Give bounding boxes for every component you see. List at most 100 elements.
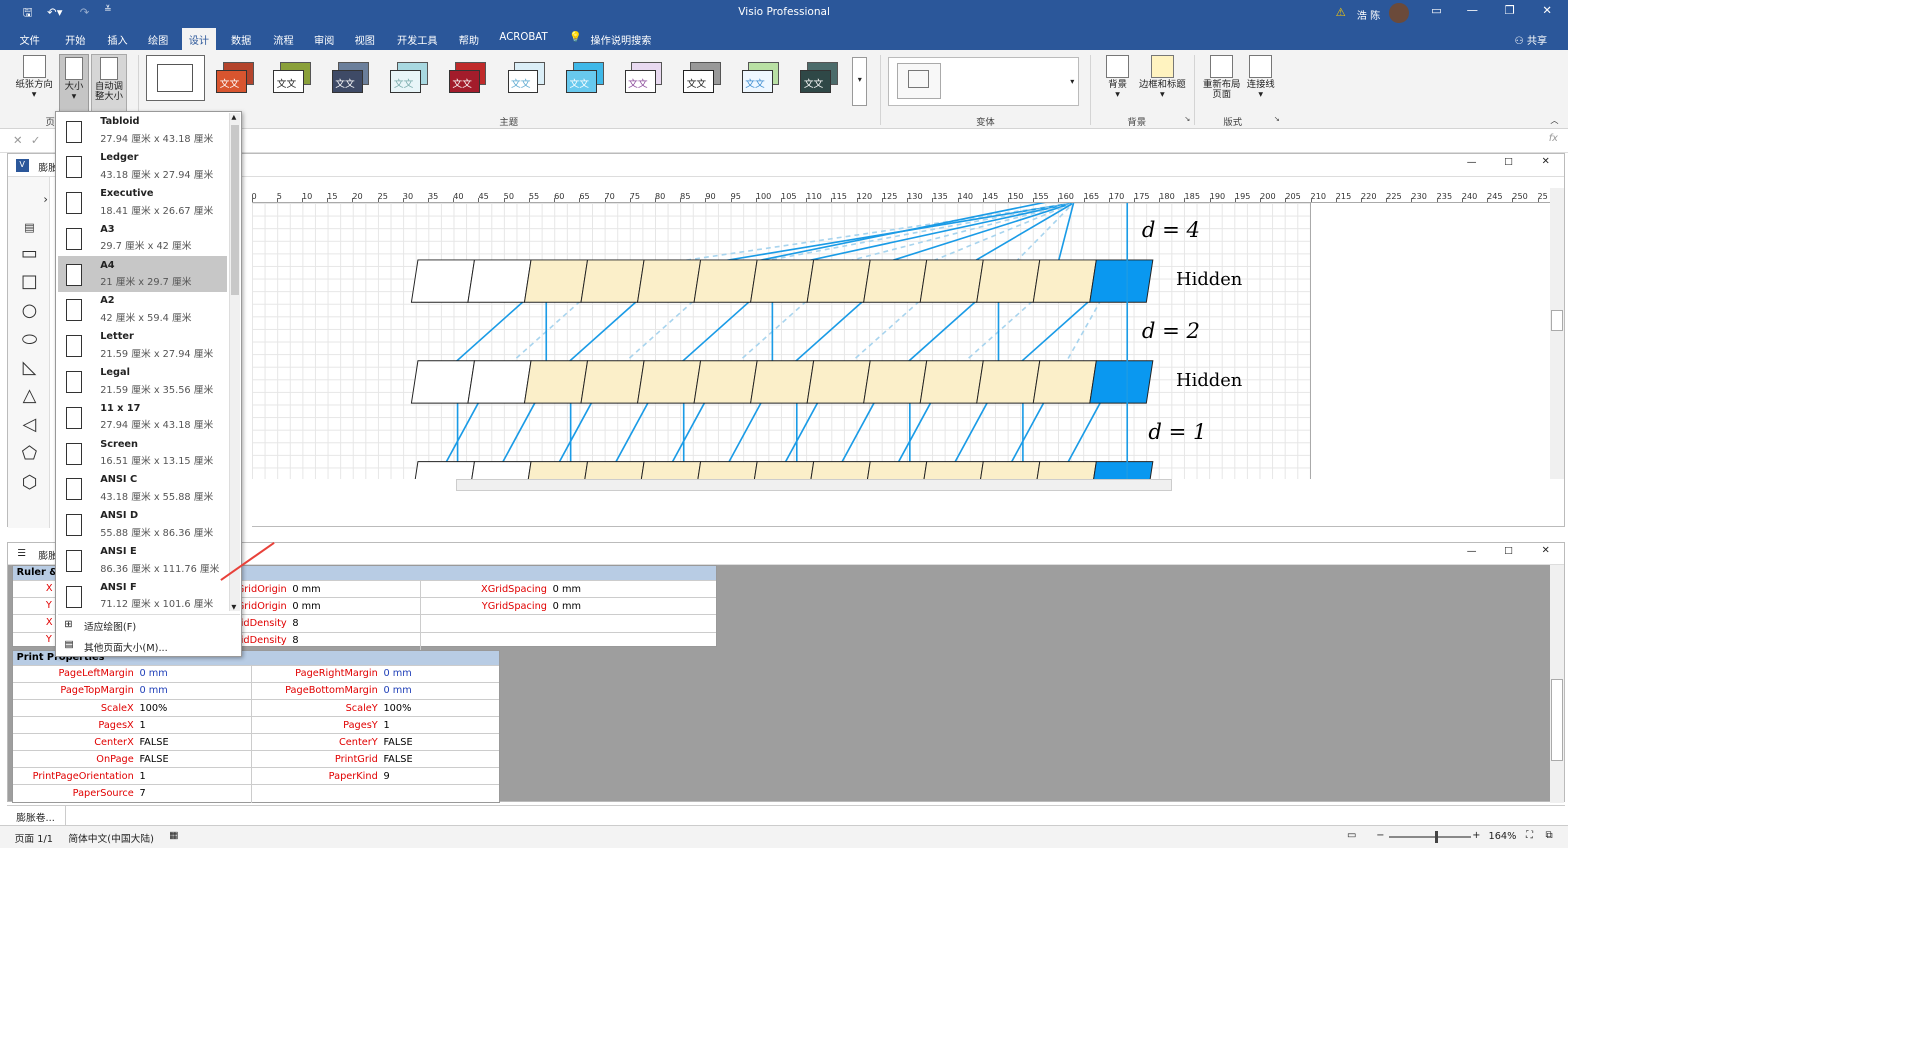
sequence-cell[interactable] [806,259,871,303]
page-size-item[interactable]: Legal 21.59 厘米 x 35.56 厘米 [58,364,227,400]
cell-value[interactable]: 0 mm [550,584,677,595]
theme-none[interactable] [146,55,205,101]
sequence-cell[interactable] [920,460,984,480]
sequence-cell[interactable] [411,460,475,480]
autofit-button[interactable]: 自动调整大小 [91,53,127,113]
cell-value[interactable]: 100% [381,703,500,714]
scroll-up-icon[interactable]: ▲ [231,113,236,121]
page-size-item[interactable]: ANSI F 71.12 厘米 x 101.6 厘米 [58,579,227,615]
user-name[interactable]: 浩 陈 [1357,7,1381,22]
tab-help[interactable]: 帮助 [459,32,479,47]
sequence-cell[interactable] [523,360,588,404]
drawing-restore-icon[interactable]: ☐ [1504,157,1513,168]
cell-value[interactable]: 1 [137,720,251,731]
variants-more-icon[interactable]: ▾ [1070,76,1074,86]
sequence-cell[interactable] [466,259,532,303]
presentation-mode-icon[interactable]: ▭ [1347,830,1356,841]
background-launcher-icon[interactable]: ↘ [1184,114,1190,123]
macro-icon[interactable]: ▦ [169,830,178,841]
zoom-level[interactable]: 164% [1489,831,1517,842]
page-size-item[interactable]: ANSI E 86.36 厘米 x 111.76 厘米 [58,543,227,579]
sequence-cell[interactable] [862,259,927,303]
cell-value[interactable]: 7 [137,788,251,799]
close-icon[interactable]: ✕ [1531,3,1564,23]
hexagon-shape-icon[interactable]: ⬡ [19,474,40,492]
cell-value[interactable]: 8 [290,618,420,629]
fit-page-icon[interactable]: ⛶ [1526,830,1533,841]
avatar[interactable] [1389,3,1409,23]
tab-file[interactable]: 文件 [20,32,40,47]
language-indicator[interactable]: 简体中文(中国大陆) [68,831,154,845]
sequence-cell[interactable] [863,460,927,480]
drawing-vertical-scrollbar[interactable] [1549,188,1565,480]
rectangle-shape-icon[interactable]: ▭ [19,245,40,263]
zoom-out-icon[interactable]: − [1376,830,1384,841]
label-hidden-1[interactable]: Hidden [1176,269,1243,290]
zoom-slider-thumb[interactable] [1434,831,1439,843]
sequence-cell[interactable] [862,360,927,404]
theme-1[interactable]: 文文 [213,59,262,100]
drawing-close-icon[interactable]: ✕ [1542,156,1550,167]
sheet-restore-icon[interactable]: ☐ [1504,546,1513,557]
zoom-slider[interactable] [1389,831,1471,843]
label-d1[interactable]: d = 1 [1148,419,1206,444]
drawing-vscroll-thumb[interactable] [1551,310,1563,332]
tab-acrobat[interactable]: ACROBAT [499,32,547,43]
theme-11[interactable]: 文文 [797,59,846,100]
sequence-cell[interactable] [749,360,814,404]
sequence-cell[interactable] [579,360,645,404]
theme-5[interactable]: 文文 [446,59,495,100]
page-size-item[interactable]: A3 29.7 厘米 x 42 厘米 [58,221,227,257]
sequence-cell[interactable] [637,460,701,480]
cell-value[interactable]: 0 mm [381,668,500,679]
enter-icon[interactable]: ✓ [31,133,41,147]
page-size-item[interactable]: 11 x 17 27.94 厘米 x 43.18 厘米 [58,400,227,436]
triangle-shape-icon[interactable]: △ [19,386,40,405]
zoom-in-icon[interactable]: + [1472,830,1480,841]
cell-value[interactable]: 9 [381,771,500,782]
tab-data[interactable]: 数据 [231,32,251,47]
sequence-cell[interactable] [694,460,758,480]
orientation-button[interactable]: 纸张方向 ▾ [11,55,57,101]
minimize-icon[interactable]: — [1456,3,1489,23]
sequence-cell[interactable] [581,460,645,480]
sequence-cell[interactable] [1033,460,1097,480]
drawing-minimize-icon[interactable]: — [1467,157,1477,168]
circle-shape-icon[interactable]: ○ [19,301,40,320]
tab-review[interactable]: 审阅 [314,32,334,47]
page-size-item[interactable]: Tabloid 27.94 厘米 x 43.18 厘米 [58,113,227,149]
sequence-cell[interactable] [807,460,871,480]
sequence-cell[interactable] [693,360,758,404]
sequence-cell[interactable] [975,360,1040,404]
cell-value[interactable]: 0 mm [290,601,420,612]
sequence-cell[interactable] [410,360,475,404]
theme-3[interactable]: 文文 [329,59,378,100]
scroll-down-icon[interactable]: ▼ [231,603,236,611]
left-triangle-shape-icon[interactable]: ◁ [19,415,40,434]
ribbon-display-options-icon[interactable]: ▭ [1420,3,1453,23]
hidden-cell[interactable] [1088,259,1153,303]
cell-value[interactable]: FALSE [137,754,251,765]
sequence-cell[interactable] [750,460,814,480]
cell-value[interactable]: 1 [381,720,500,731]
background-button[interactable]: 背景 ▾ [1101,55,1134,101]
sheet-minimize-icon[interactable]: — [1467,546,1477,557]
square-shape-icon[interactable]: □ [19,272,40,291]
tab-view[interactable]: 视图 [355,32,375,47]
sequence-cell[interactable] [523,259,588,303]
page-size-item[interactable]: Letter 21.59 厘米 x 27.94 厘米 [58,328,227,364]
function-icon[interactable]: fx [1549,133,1558,144]
sequence-cell[interactable] [919,360,984,404]
restore-icon[interactable]: ❐ [1493,3,1526,23]
sequence-cell[interactable] [976,460,1040,480]
cell-value[interactable]: 0 mm [381,685,500,696]
tab-insert[interactable]: 插入 [107,32,127,47]
drawing-horizontal-scrollbar[interactable] [456,479,1173,491]
page-size-scrollbar[interactable]: ▲ ▼ [228,113,241,612]
sequence-cell[interactable] [919,259,984,303]
sequence-cell[interactable] [467,460,532,480]
page-tab[interactable]: 膨胀卷... [6,806,66,826]
cancel-icon[interactable]: ✕ [13,133,23,147]
cell-value[interactable]: FALSE [381,754,500,765]
share-button[interactable]: ⚇ 共享 [1515,32,1548,47]
